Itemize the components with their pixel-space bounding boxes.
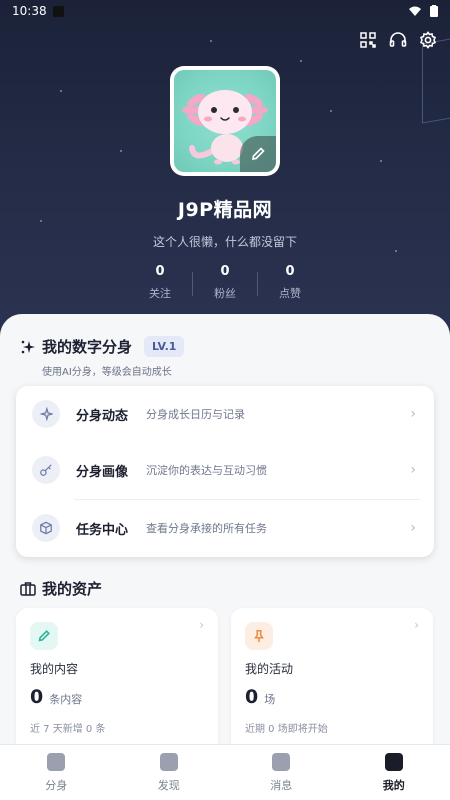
settings-icon[interactable] xyxy=(418,30,438,50)
asset-note: 近期 0 场即将开始 xyxy=(245,724,328,735)
edit-avatar-button[interactable] xyxy=(240,136,276,172)
stat-following[interactable]: 0 关注 xyxy=(128,264,192,301)
stat-value: 0 xyxy=(285,264,295,279)
chevron-right-icon: › xyxy=(414,618,419,632)
digital-self-card: 分身动态 分身成长日历与记录 › 分身画像 沉淀你的表达与互动习惯 › 任务中心… xyxy=(16,386,434,557)
list-item-task-center[interactable]: 任务中心 查看分身承接的所有任务 › xyxy=(16,500,434,556)
cube-icon xyxy=(32,514,60,542)
chevron-right-icon: › xyxy=(410,520,416,536)
qr-code-icon[interactable] xyxy=(358,30,378,50)
main-sheet: 我的数字分身 LV.1 使用AI分身，等级会自动成长 分身动态 分身成长日历与记… xyxy=(0,314,450,758)
status-bar: 10:38 xyxy=(0,0,450,22)
list-item-desc: 查看分身承接的所有任务 xyxy=(146,522,267,535)
asset-count: 0 场 xyxy=(245,686,275,708)
stat-label: 点赞 xyxy=(279,287,301,300)
chevron-right-icon: › xyxy=(199,618,204,632)
pencil-icon xyxy=(30,622,58,650)
asset-card-content[interactable]: › 我的内容 0 条内容 近 7 天新增 0 条 xyxy=(16,608,218,758)
section-title: 我的数字分身 xyxy=(42,338,133,356)
asset-title: 我的内容 xyxy=(30,662,79,676)
stat-value: 0 xyxy=(220,264,230,279)
list-item-desc: 分身成长日历与记录 xyxy=(146,408,245,421)
asset-count: 0 条内容 xyxy=(30,686,82,708)
asset-card-activities[interactable]: › 我的活动 0 场 近期 0 场即将开始 xyxy=(231,608,433,758)
list-item-title: 任务中心 xyxy=(76,522,129,538)
asset-count-value: 0 xyxy=(30,686,44,708)
level-badge: LV.1 xyxy=(144,336,185,357)
stat-likes[interactable]: 0 点赞 xyxy=(258,264,322,301)
stat-label: 关注 xyxy=(149,287,171,300)
key-icon xyxy=(32,456,60,484)
list-item-title: 分身画像 xyxy=(76,464,129,480)
stat-value: 0 xyxy=(155,264,165,279)
sparkle-icon xyxy=(21,340,35,353)
list-item-avatar-activity[interactable]: 分身动态 分身成长日历与记录 › xyxy=(16,386,434,442)
assets-header: 我的资产 xyxy=(20,578,102,599)
section-title: 我的资产 xyxy=(42,580,103,598)
avatar[interactable] xyxy=(170,66,280,176)
tab-discover[interactable]: 发现 xyxy=(113,745,226,800)
asset-count-value: 0 xyxy=(245,686,259,708)
digital-self-header: 我的数字分身 LV.1 xyxy=(20,336,185,357)
notification-icon xyxy=(52,5,64,17)
status-time: 10:38 xyxy=(12,4,47,18)
chevron-right-icon: › xyxy=(410,462,416,478)
asset-title: 我的活动 xyxy=(245,662,294,676)
pin-icon xyxy=(245,622,273,650)
stat-followers[interactable]: 0 粉丝 xyxy=(193,264,257,301)
list-item-title: 分身动态 xyxy=(76,408,129,424)
bottom-tab-bar: 分身 发现 消息 我的 xyxy=(0,744,450,800)
tab-label: 分身 xyxy=(45,779,68,792)
tab-label: 发现 xyxy=(157,779,180,792)
headset-icon[interactable] xyxy=(388,30,408,50)
message-tab-icon xyxy=(272,753,291,771)
username: J9P精品网 xyxy=(177,199,273,221)
tab-avatar[interactable]: 分身 xyxy=(0,745,113,800)
tab-messages[interactable]: 消息 xyxy=(225,745,338,800)
tab-label: 消息 xyxy=(270,779,293,792)
wifi-icon xyxy=(409,6,421,16)
me-tab-icon xyxy=(384,753,403,771)
axolotl-avatar-image xyxy=(174,70,276,172)
tab-me[interactable]: 我的 xyxy=(338,745,450,800)
battery-icon xyxy=(430,5,438,17)
discover-tab-icon xyxy=(159,753,178,771)
asset-note: 近 7 天新增 0 条 xyxy=(30,724,106,735)
stat-label: 粉丝 xyxy=(214,287,236,300)
asset-count-unit: 场 xyxy=(264,693,276,706)
profile-stats: 0 关注 0 粉丝 0 点赞 xyxy=(128,264,322,301)
profile-bio[interactable]: 这个人很懒，什么都没留下 xyxy=(0,233,450,250)
chevron-right-icon: › xyxy=(410,406,416,422)
list-item-avatar-portrait[interactable]: 分身画像 沉淀你的表达与互动习惯 › xyxy=(16,442,434,498)
tab-label: 我的 xyxy=(382,779,405,792)
pencil-icon xyxy=(252,147,265,160)
section-subtitle: 使用AI分身，等级会自动成长 xyxy=(42,367,172,378)
briefcase-icon xyxy=(20,582,36,596)
asset-count-unit: 条内容 xyxy=(49,693,83,706)
list-item-desc: 沉淀你的表达与互动习惯 xyxy=(146,464,267,477)
avatar-tab-icon xyxy=(47,753,66,771)
profile-header: 10:38 J9P精品网 这个人很懒，什么都没留下 0 关注 0 粉丝 0 点赞 xyxy=(0,0,450,340)
sparkle-icon xyxy=(32,400,60,428)
